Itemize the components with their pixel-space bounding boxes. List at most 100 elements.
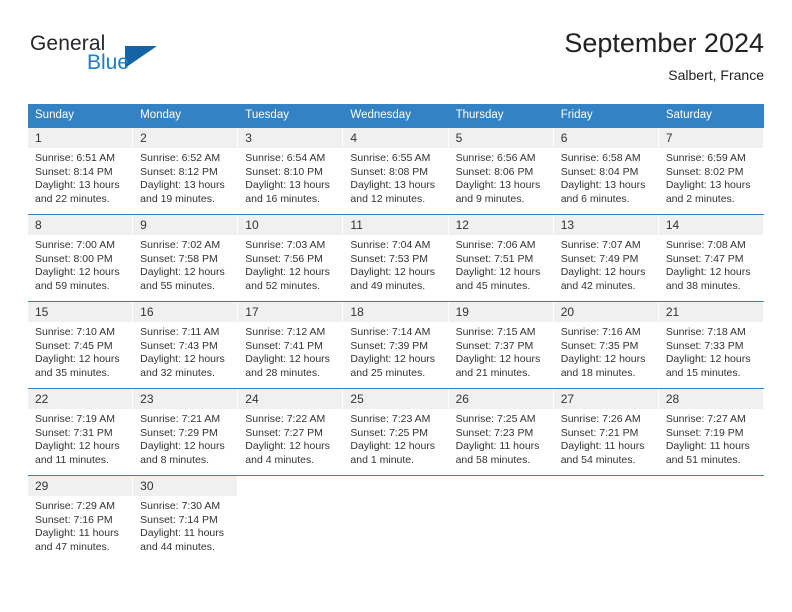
day-number: 22 [28, 389, 133, 409]
sunset-text: Sunset: 8:08 PM [350, 165, 429, 178]
day-cell[interactable]: 25 Sunrise: 7:23 AM Sunset: 7:25 PM Dayl… [343, 389, 449, 475]
sunrise-text: Sunrise: 7:29 AM [35, 500, 115, 512]
daylight-text-line1: Daylight: 13 hours [560, 179, 646, 192]
sunrise-text: Sunrise: 6:54 AM [245, 152, 326, 164]
day-cell[interactable]: 30 Sunrise: 7:30 AM Sunset: 7:14 PM Dayl… [133, 476, 239, 562]
sunset-text: Sunset: 8:14 PM [35, 165, 113, 178]
day-cell[interactable]: 26 Sunrise: 7:25 AM Sunset: 7:23 PM Dayl… [448, 389, 554, 475]
day-number: 23 [133, 389, 238, 409]
daylight-text-line2: and 22 minutes. [35, 192, 110, 205]
day-info: Sunrise: 6:59 AM Sunset: 8:02 PM Dayligh… [659, 148, 763, 212]
day-info: Sunrise: 6:55 AM Sunset: 8:08 PM Dayligh… [343, 148, 447, 212]
day-info: Sunrise: 7:11 AM Sunset: 7:43 PM Dayligh… [133, 322, 237, 386]
daylight-text-line1: Daylight: 11 hours [560, 440, 645, 453]
day-number [343, 476, 448, 496]
day-cell[interactable]: 4 Sunrise: 6:55 AM Sunset: 8:08 PM Dayli… [343, 128, 449, 214]
day-info: Sunrise: 7:00 AM Sunset: 8:00 PM Dayligh… [28, 235, 132, 299]
daylight-text-line1: Daylight: 12 hours [350, 440, 436, 453]
day-cell[interactable]: 23 Sunrise: 7:21 AM Sunset: 7:29 PM Dayl… [133, 389, 239, 475]
day-cell[interactable]: 18 Sunrise: 7:14 AM Sunset: 7:39 PM Dayl… [343, 302, 449, 388]
sunrise-text: Sunrise: 6:56 AM [455, 152, 536, 164]
weekday-header-friday: Friday [560, 109, 593, 121]
day-cell[interactable]: 14 Sunrise: 7:08 AM Sunset: 7:47 PM Dayl… [658, 215, 764, 301]
day-number: 11 [343, 215, 448, 235]
sunset-text: Sunset: 7:53 PM [350, 252, 429, 265]
day-cell[interactable]: 20 Sunrise: 7:16 AM Sunset: 7:35 PM Dayl… [553, 302, 659, 388]
triangle-icon [125, 46, 157, 68]
day-number: 4 [343, 128, 448, 148]
day-info: Sunrise: 7:30 AM Sunset: 7:14 PM Dayligh… [133, 496, 237, 560]
daylight-text-line1: Daylight: 12 hours [35, 440, 120, 453]
day-number: 27 [553, 389, 658, 409]
day-cell[interactable]: 12 Sunrise: 7:06 AM Sunset: 7:51 PM Dayl… [448, 215, 554, 301]
day-number: 25 [343, 389, 448, 409]
sunrise-text: Sunrise: 7:07 AM [560, 239, 641, 251]
day-cell[interactable]: 19 Sunrise: 7:15 AM Sunset: 7:37 PM Dayl… [448, 302, 554, 388]
daylight-text-line2: and 19 minutes. [140, 192, 215, 205]
sunset-text: Sunset: 7:25 PM [350, 426, 429, 439]
day-number: 5 [448, 128, 553, 148]
day-cell[interactable]: 22 Sunrise: 7:19 AM Sunset: 7:31 PM Dayl… [28, 389, 134, 475]
brand-name-blue: Blue [87, 51, 130, 74]
daylight-text-line2: and 16 minutes. [245, 192, 320, 205]
day-cell[interactable]: 11 Sunrise: 7:04 AM Sunset: 7:53 PM Dayl… [343, 215, 449, 301]
day-cell[interactable]: 17 Sunrise: 7:12 AM Sunset: 7:41 PM Dayl… [238, 302, 344, 388]
sunset-text: Sunset: 8:10 PM [245, 165, 323, 178]
day-cell[interactable]: 1 Sunrise: 6:51 AM Sunset: 8:14 PM Dayli… [28, 128, 134, 214]
weekday-header-thursday: Thursday [455, 109, 504, 121]
daylight-text-line1: Daylight: 12 hours [350, 266, 436, 279]
day-number: 26 [448, 389, 553, 409]
day-cell[interactable]: 15 Sunrise: 7:10 AM Sunset: 7:45 PM Dayl… [28, 302, 134, 388]
day-number [448, 476, 553, 496]
day-cell[interactable]: 10 Sunrise: 7:03 AM Sunset: 7:56 PM Dayl… [238, 215, 344, 301]
weekday-header-wednesday: Wednesday [350, 109, 411, 121]
day-cell-empty [343, 476, 449, 562]
day-cell[interactable]: 7 Sunrise: 6:59 AM Sunset: 8:02 PM Dayli… [658, 128, 764, 214]
day-info: Sunrise: 7:25 AM Sunset: 7:23 PM Dayligh… [449, 409, 553, 473]
day-cell[interactable]: 21 Sunrise: 7:18 AM Sunset: 7:33 PM Dayl… [658, 302, 764, 388]
day-info: Sunrise: 7:08 AM Sunset: 7:47 PM Dayligh… [659, 235, 763, 299]
daylight-text-line2: and 2 minutes. [665, 192, 735, 205]
daylight-text-line2: and 1 minute. [350, 453, 415, 466]
daylight-text-line1: Daylight: 13 hours [350, 179, 436, 192]
sunset-text: Sunset: 7:35 PM [560, 339, 639, 352]
daylight-text-line2: and 32 minutes. [140, 366, 215, 379]
day-number [658, 476, 763, 496]
daylight-text-line2: and 15 minutes. [665, 366, 741, 379]
day-cell[interactable]: 13 Sunrise: 7:07 AM Sunset: 7:49 PM Dayl… [553, 215, 659, 301]
daylight-text-line1: Daylight: 13 hours [665, 179, 751, 192]
day-info: Sunrise: 7:22 AM Sunset: 7:27 PM Dayligh… [238, 409, 342, 473]
day-info: Sunrise: 6:56 AM Sunset: 8:06 PM Dayligh… [449, 148, 553, 212]
day-cell[interactable]: 2 Sunrise: 6:52 AM Sunset: 8:12 PM Dayli… [133, 128, 239, 214]
day-cell[interactable]: 28 Sunrise: 7:27 AM Sunset: 7:19 PM Dayl… [658, 389, 764, 475]
sunrise-text: Sunrise: 6:58 AM [560, 152, 641, 164]
sunset-text: Sunset: 8:00 PM [35, 252, 113, 265]
day-number: 9 [133, 215, 238, 235]
sunset-text: Sunset: 7:29 PM [140, 426, 218, 439]
day-number: 6 [553, 128, 658, 148]
sunrise-text: Sunrise: 7:30 AM [140, 500, 221, 512]
daylight-text-line1: Daylight: 13 hours [140, 179, 225, 192]
daylight-text-line2: and 35 minutes. [35, 366, 110, 379]
day-cell[interactable]: 29 Sunrise: 7:29 AM Sunset: 7:16 PM Dayl… [28, 476, 134, 562]
day-cell[interactable]: 27 Sunrise: 7:26 AM Sunset: 7:21 PM Dayl… [553, 389, 659, 475]
sunrise-text: Sunrise: 7:00 AM [35, 239, 115, 251]
day-cell[interactable]: 24 Sunrise: 7:22 AM Sunset: 7:27 PM Dayl… [238, 389, 344, 475]
day-cell[interactable]: 9 Sunrise: 7:02 AM Sunset: 7:58 PM Dayli… [133, 215, 239, 301]
daylight-text-line2: and 52 minutes. [245, 279, 320, 292]
sunset-text: Sunset: 7:41 PM [245, 339, 323, 352]
day-number: 7 [658, 128, 763, 148]
sunset-text: Sunset: 7:23 PM [455, 426, 534, 439]
day-cell[interactable]: 6 Sunrise: 6:58 AM Sunset: 8:04 PM Dayli… [553, 128, 659, 214]
day-cell[interactable]: 8 Sunrise: 7:00 AM Sunset: 8:00 PM Dayli… [28, 215, 134, 301]
day-info: Sunrise: 7:07 AM Sunset: 7:49 PM Dayligh… [554, 235, 658, 299]
weekday-header-monday: Monday [140, 109, 182, 121]
daylight-text-line1: Daylight: 12 hours [140, 353, 225, 366]
day-cell[interactable]: 5 Sunrise: 6:56 AM Sunset: 8:06 PM Dayli… [448, 128, 554, 214]
day-cell[interactable]: 3 Sunrise: 6:54 AM Sunset: 8:10 PM Dayli… [238, 128, 344, 214]
title-block: September 2024 Salbert, France [564, 26, 764, 85]
day-number: 1 [28, 128, 133, 148]
day-info: Sunrise: 6:58 AM Sunset: 8:04 PM Dayligh… [554, 148, 658, 212]
brand-logo[interactable]: General Blue [28, 32, 208, 90]
day-cell[interactable]: 16 Sunrise: 7:11 AM Sunset: 7:43 PM Dayl… [133, 302, 239, 388]
